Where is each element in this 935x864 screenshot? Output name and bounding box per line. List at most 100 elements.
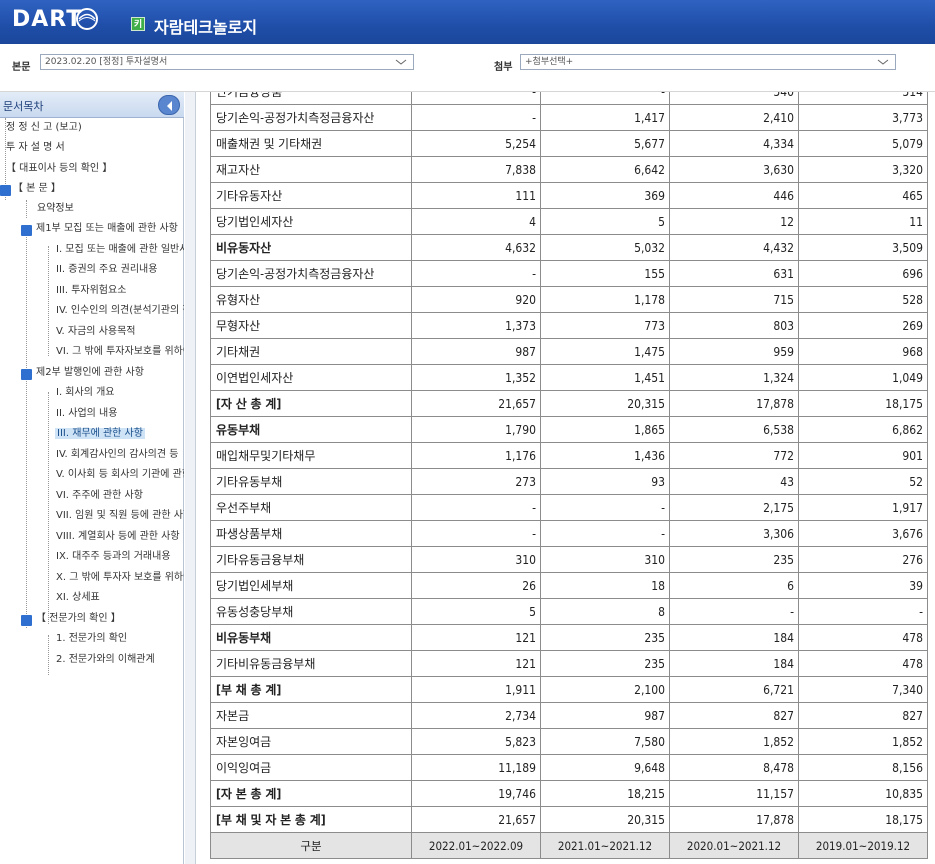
tree-guide [48, 392, 49, 624]
toc-item[interactable]: VI. 그 밖에 투자자보호를 위하여 필요한 사항 [56, 343, 184, 360]
cell: 959 [669, 338, 799, 365]
row-label: 매입채무및기타채무 [210, 442, 412, 469]
attach-select-value: +첨부선택+ [525, 57, 574, 67]
document-viewer[interactable]: 단기금융상품--540514 당기손익-공정가치측정금융자산-1,4172,41… [185, 92, 935, 864]
cell: 5,079 [798, 130, 928, 157]
toc-item[interactable]: 【 전문가의 확인 】 [36, 610, 121, 627]
toc-item[interactable]: X. 그 밖에 투자자 보호를 위하여 필요한 사항 [56, 569, 184, 586]
cell: 1,049 [798, 364, 928, 391]
cell: 235 [540, 624, 670, 651]
cell: 11,157 [669, 780, 799, 807]
table-row: 이연법인세자산 1,352 1,451 1,324 1,049 [210, 364, 928, 391]
toc-item[interactable]: 【 대표이사 등의 확인 】 [6, 160, 112, 177]
toc-item[interactable]: V. 이사회 등 회사의 기관에 관한 사항 [56, 466, 184, 483]
row-label: 비유동자산 [210, 234, 412, 261]
toc-item[interactable]: I. 회사의 개요 [56, 384, 115, 401]
table-row: [부 채 총 계] 1,911 2,100 6,721 7,340 [210, 676, 928, 703]
cell: 1,911 [411, 676, 541, 703]
row-label: 무형자산 [210, 312, 412, 339]
attach-select[interactable]: +첨부선택+ [520, 54, 896, 70]
cell: 4 [411, 208, 541, 235]
tree-expand-icon[interactable] [21, 225, 32, 236]
cell: - [798, 598, 928, 625]
toc-item-selected[interactable]: III. 재무에 관한 사항 [55, 425, 145, 442]
row-label: 당기법인세자산 [210, 208, 412, 235]
toc-item[interactable]: II. 사업의 내용 [56, 405, 117, 422]
cell: 1,852 [798, 728, 928, 755]
table-row: 유동성충당부채 5 8- - [210, 598, 928, 625]
cell: 43 [669, 468, 799, 495]
cell: 7,340 [798, 676, 928, 703]
table-row: 이익잉여금 11,189 9,648 8,478 8,156 [210, 754, 928, 781]
cell: 184 [669, 624, 799, 651]
toc-collapse-button[interactable] [158, 95, 180, 115]
toc-item[interactable]: 정 정 신 고 (보고) [6, 119, 82, 136]
tree-expand-icon[interactable] [0, 185, 11, 196]
cell: 5,677 [540, 130, 670, 157]
cell: 235 [669, 546, 799, 573]
cell: 6,642 [540, 156, 670, 183]
toc-item[interactable]: V. 자금의 사용목적 [56, 323, 136, 340]
table-row: [부 채 및 자 본 총 계] 21,657 20,315 17,878 18,175 [210, 806, 928, 833]
table-row: 유형자산 920 1,178 715 528 [210, 286, 928, 313]
toc-item[interactable]: 투 자 설 명 서 [6, 139, 65, 156]
row-label: 당기손익-공정가치측정금융자산 [210, 104, 412, 131]
cell: 1,790 [411, 416, 541, 443]
toc-item[interactable]: VII. 임원 및 직원 등에 관한 사항 [56, 507, 184, 524]
table-row: [자 본 총 계] 19,746 18,215 11,157 10,835 [210, 780, 928, 807]
toc-item[interactable]: II. 증권의 주요 권리내용 [56, 261, 157, 278]
toc-item[interactable]: 2. 전문가와의 이해관계 [56, 651, 155, 668]
cell: 19,746 [411, 780, 541, 807]
dart-logo[interactable]: DART [12, 7, 82, 32]
cell: 39 [798, 572, 928, 599]
cell: 901 [798, 442, 928, 469]
cell: 310 [411, 546, 541, 573]
table-row: 매출채권 및 기타채권 5,254 5,677 4,334 5,079 [210, 130, 928, 157]
cell: 3,676 [798, 520, 928, 547]
toc-item[interactable]: IV. 회계감사인의 감사의견 등 [56, 446, 178, 463]
toc-item[interactable]: 제1부 모집 또는 매출에 관한 사항 [36, 220, 178, 237]
cell: 6,721 [669, 676, 799, 703]
cell: 446 [669, 182, 799, 209]
toc-item[interactable]: 【 본 문 】 [13, 180, 61, 197]
cell: 772 [669, 442, 799, 469]
toc-item[interactable]: VI. 주주에 관한 사항 [56, 487, 143, 504]
toc-item[interactable]: 제2부 발행인에 관한 사항 [36, 364, 144, 381]
company-name: 자람테크놀로지 [154, 18, 258, 37]
toc-item[interactable]: XI. 상세표 [56, 589, 100, 606]
toc-item[interactable]: 요약정보 [37, 200, 74, 217]
cell: 1,373 [411, 312, 541, 339]
cell: 987 [411, 338, 541, 365]
column-header: 2020.01~2021.12 [669, 832, 799, 859]
tree-expand-icon[interactable] [21, 369, 32, 380]
document-toolbar: 본문 2023.02.20 [정정] 투자설명서 첨부 +첨부선택+ [0, 44, 935, 92]
column-header: 2019.01~2019.12 [798, 832, 928, 859]
table-row: [자 산 총 계] 21,657 20,315 17,878 18,175 [210, 390, 928, 417]
cell: 7,838 [411, 156, 541, 183]
row-label: [부 채 및 자 본 총 계] [210, 806, 412, 833]
row-label: 이연법인세자산 [210, 364, 412, 391]
cell: - [540, 494, 670, 521]
toc-item[interactable]: I. 모집 또는 매출에 관한 일반사항 [56, 241, 184, 258]
row-label: 기타유동부채 [210, 468, 412, 495]
table-row: 매입채무및기타채무 1,176 1,436 772 901 [210, 442, 928, 469]
toc-item[interactable]: IX. 대주주 등과의 거래내용 [56, 548, 171, 565]
tree-guide [48, 635, 49, 675]
main-doc-select[interactable]: 2023.02.20 [정정] 투자설명서 [40, 54, 414, 70]
table-row: 당기법인세부채 26 18 6 39 [210, 572, 928, 599]
toc-item[interactable]: 1. 전문가의 확인 [56, 630, 127, 647]
cell: - [540, 92, 670, 105]
cell: 8,156 [798, 754, 928, 781]
cell: 1,865 [540, 416, 670, 443]
cell: 235 [540, 650, 670, 677]
cell: 1,178 [540, 286, 670, 313]
cell: 6 [669, 572, 799, 599]
row-label: [자 본 총 계] [210, 780, 412, 807]
toc-item[interactable]: IV. 인수인의 의견(분석기관의 평가의견) [56, 302, 184, 319]
cell: 8,478 [669, 754, 799, 781]
chevron-down-icon [395, 59, 407, 65]
tree-guide [48, 246, 49, 356]
toc-item[interactable]: III. 투자위험요소 [56, 282, 126, 299]
toc-item[interactable]: VIII. 계열회사 등에 관한 사항 [56, 528, 180, 545]
tree-expand-icon[interactable] [21, 615, 32, 626]
